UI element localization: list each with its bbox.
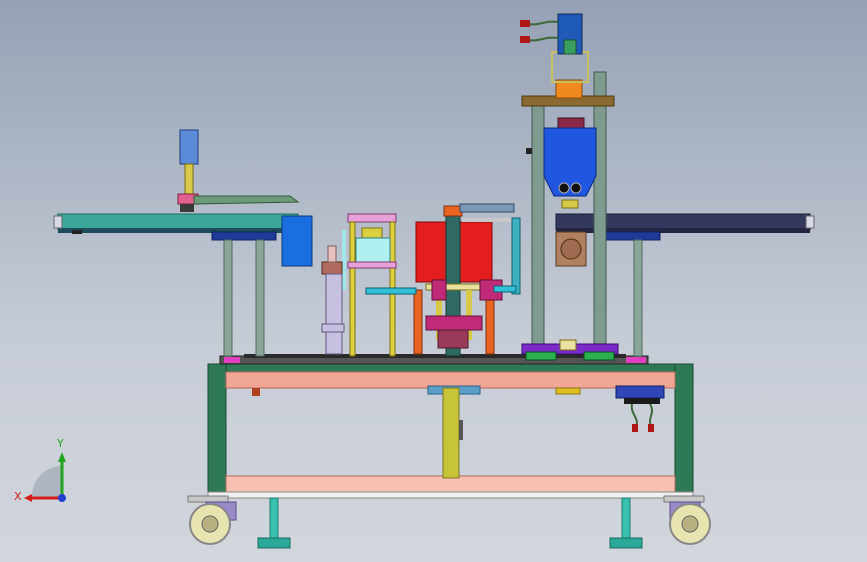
frame-base-rail bbox=[207, 491, 694, 499]
cable-plug-2 bbox=[520, 36, 530, 43]
pusher-plate bbox=[193, 195, 300, 205]
feeder-arm-right bbox=[493, 285, 517, 293]
conveyor-support-post bbox=[633, 239, 643, 357]
powder-hopper bbox=[543, 127, 597, 197]
pusher-rod bbox=[184, 163, 194, 195]
left-pusher-arm[interactable] bbox=[177, 129, 300, 212]
cable-plug-2 bbox=[648, 424, 654, 432]
caster-plate bbox=[187, 495, 229, 503]
top-actuator bbox=[459, 203, 515, 213]
leveling-foot-left[interactable] bbox=[257, 497, 291, 549]
die-cavity bbox=[560, 238, 582, 260]
under-table-motor[interactable] bbox=[615, 385, 665, 432]
triad-plane bbox=[32, 466, 62, 498]
feeder-cap bbox=[361, 227, 383, 239]
press-tower[interactable] bbox=[520, 13, 619, 361]
conveyor-belt-frame bbox=[57, 213, 299, 231]
ejector-collar bbox=[321, 323, 345, 333]
frame-right-leg bbox=[674, 363, 694, 497]
caster-wheel-left[interactable] bbox=[187, 495, 237, 545]
cable-plug-1 bbox=[520, 20, 530, 27]
x-axis-label: X bbox=[14, 490, 22, 503]
tower-column-right bbox=[593, 71, 607, 351]
foot-stem bbox=[269, 497, 279, 539]
foot-pad bbox=[609, 537, 643, 549]
y-axis-arrow bbox=[58, 452, 66, 462]
feeder-post-left bbox=[349, 221, 356, 357]
hopper-nozzle-1 bbox=[558, 182, 570, 194]
tower-column-left bbox=[531, 99, 545, 351]
wheel-hub bbox=[681, 515, 699, 533]
end-roller-right bbox=[805, 215, 815, 229]
conveyor-bracket bbox=[211, 231, 277, 241]
hopper-nozzle-2 bbox=[570, 182, 582, 194]
pusher-base bbox=[180, 204, 194, 212]
sensor-dot bbox=[526, 148, 532, 154]
conveyor-bracket bbox=[603, 231, 661, 241]
crossbar bbox=[462, 218, 520, 222]
pusher-cylinder bbox=[179, 129, 199, 165]
frame-left-leg bbox=[207, 363, 227, 497]
press-guide-left bbox=[413, 289, 423, 355]
left-conveyor[interactable] bbox=[53, 213, 313, 357]
cad-viewport[interactable]: Y X bbox=[0, 0, 867, 562]
slide-center-block bbox=[559, 339, 577, 351]
center-press[interactable] bbox=[413, 203, 521, 357]
column-clamp bbox=[459, 420, 463, 440]
y-axis-label: Y bbox=[57, 437, 64, 450]
conveyor-support-post bbox=[255, 239, 265, 357]
machine-assembly-view[interactable] bbox=[0, 0, 867, 562]
motor-cable-2 bbox=[527, 36, 559, 42]
motor-body bbox=[615, 385, 665, 399]
conveyor-support-post bbox=[223, 239, 233, 357]
hopper-outlet bbox=[561, 199, 579, 209]
foot-pad bbox=[257, 537, 291, 549]
x-axis-arrow bbox=[24, 494, 32, 502]
hopper-flange bbox=[557, 117, 585, 129]
small-bracket bbox=[252, 388, 260, 396]
feeder-block bbox=[355, 237, 391, 263]
motor-plug bbox=[563, 39, 577, 55]
foot-stem bbox=[621, 497, 631, 539]
belt-guide bbox=[72, 230, 82, 234]
press-punch bbox=[437, 329, 469, 349]
leveling-foot-right[interactable] bbox=[609, 497, 643, 549]
motor-cable-1 bbox=[527, 20, 559, 26]
conveyor-drive-motor bbox=[281, 215, 313, 267]
lifting-column bbox=[442, 387, 460, 479]
ejector-rod bbox=[327, 245, 337, 263]
slide-block-left bbox=[525, 351, 557, 361]
press-side-post bbox=[511, 217, 521, 295]
feeder-arm bbox=[365, 287, 417, 295]
linear-rail bbox=[244, 354, 626, 358]
left-ejector-cylinder[interactable] bbox=[321, 245, 345, 355]
ejector-head bbox=[321, 261, 343, 275]
end-roller-left bbox=[53, 215, 63, 229]
caster-wheel-right[interactable] bbox=[663, 495, 711, 545]
caster-plate bbox=[663, 495, 705, 503]
view-orientation-triad[interactable]: Y X bbox=[14, 437, 84, 510]
press-ram bbox=[425, 315, 483, 331]
slide-block-right bbox=[583, 351, 615, 361]
z-axis-dot bbox=[58, 494, 66, 502]
ejector-body bbox=[325, 273, 343, 355]
triad-graphic bbox=[24, 452, 66, 502]
rail-stop-right bbox=[626, 357, 646, 363]
feeder-top-plate bbox=[347, 213, 397, 223]
motor-bracket bbox=[551, 51, 589, 83]
press-column-cap bbox=[443, 205, 463, 217]
yellow-bracket bbox=[555, 387, 581, 395]
feeder-mid-plate bbox=[347, 261, 397, 269]
press-side-cylinder bbox=[431, 279, 447, 301]
motor-mount bbox=[624, 398, 660, 404]
lower-center-column[interactable] bbox=[427, 385, 481, 479]
rail-stop-left bbox=[224, 357, 240, 363]
wheel-hub bbox=[201, 515, 219, 533]
feeder-guide bbox=[342, 230, 346, 290]
cable-plug-1 bbox=[632, 424, 638, 432]
